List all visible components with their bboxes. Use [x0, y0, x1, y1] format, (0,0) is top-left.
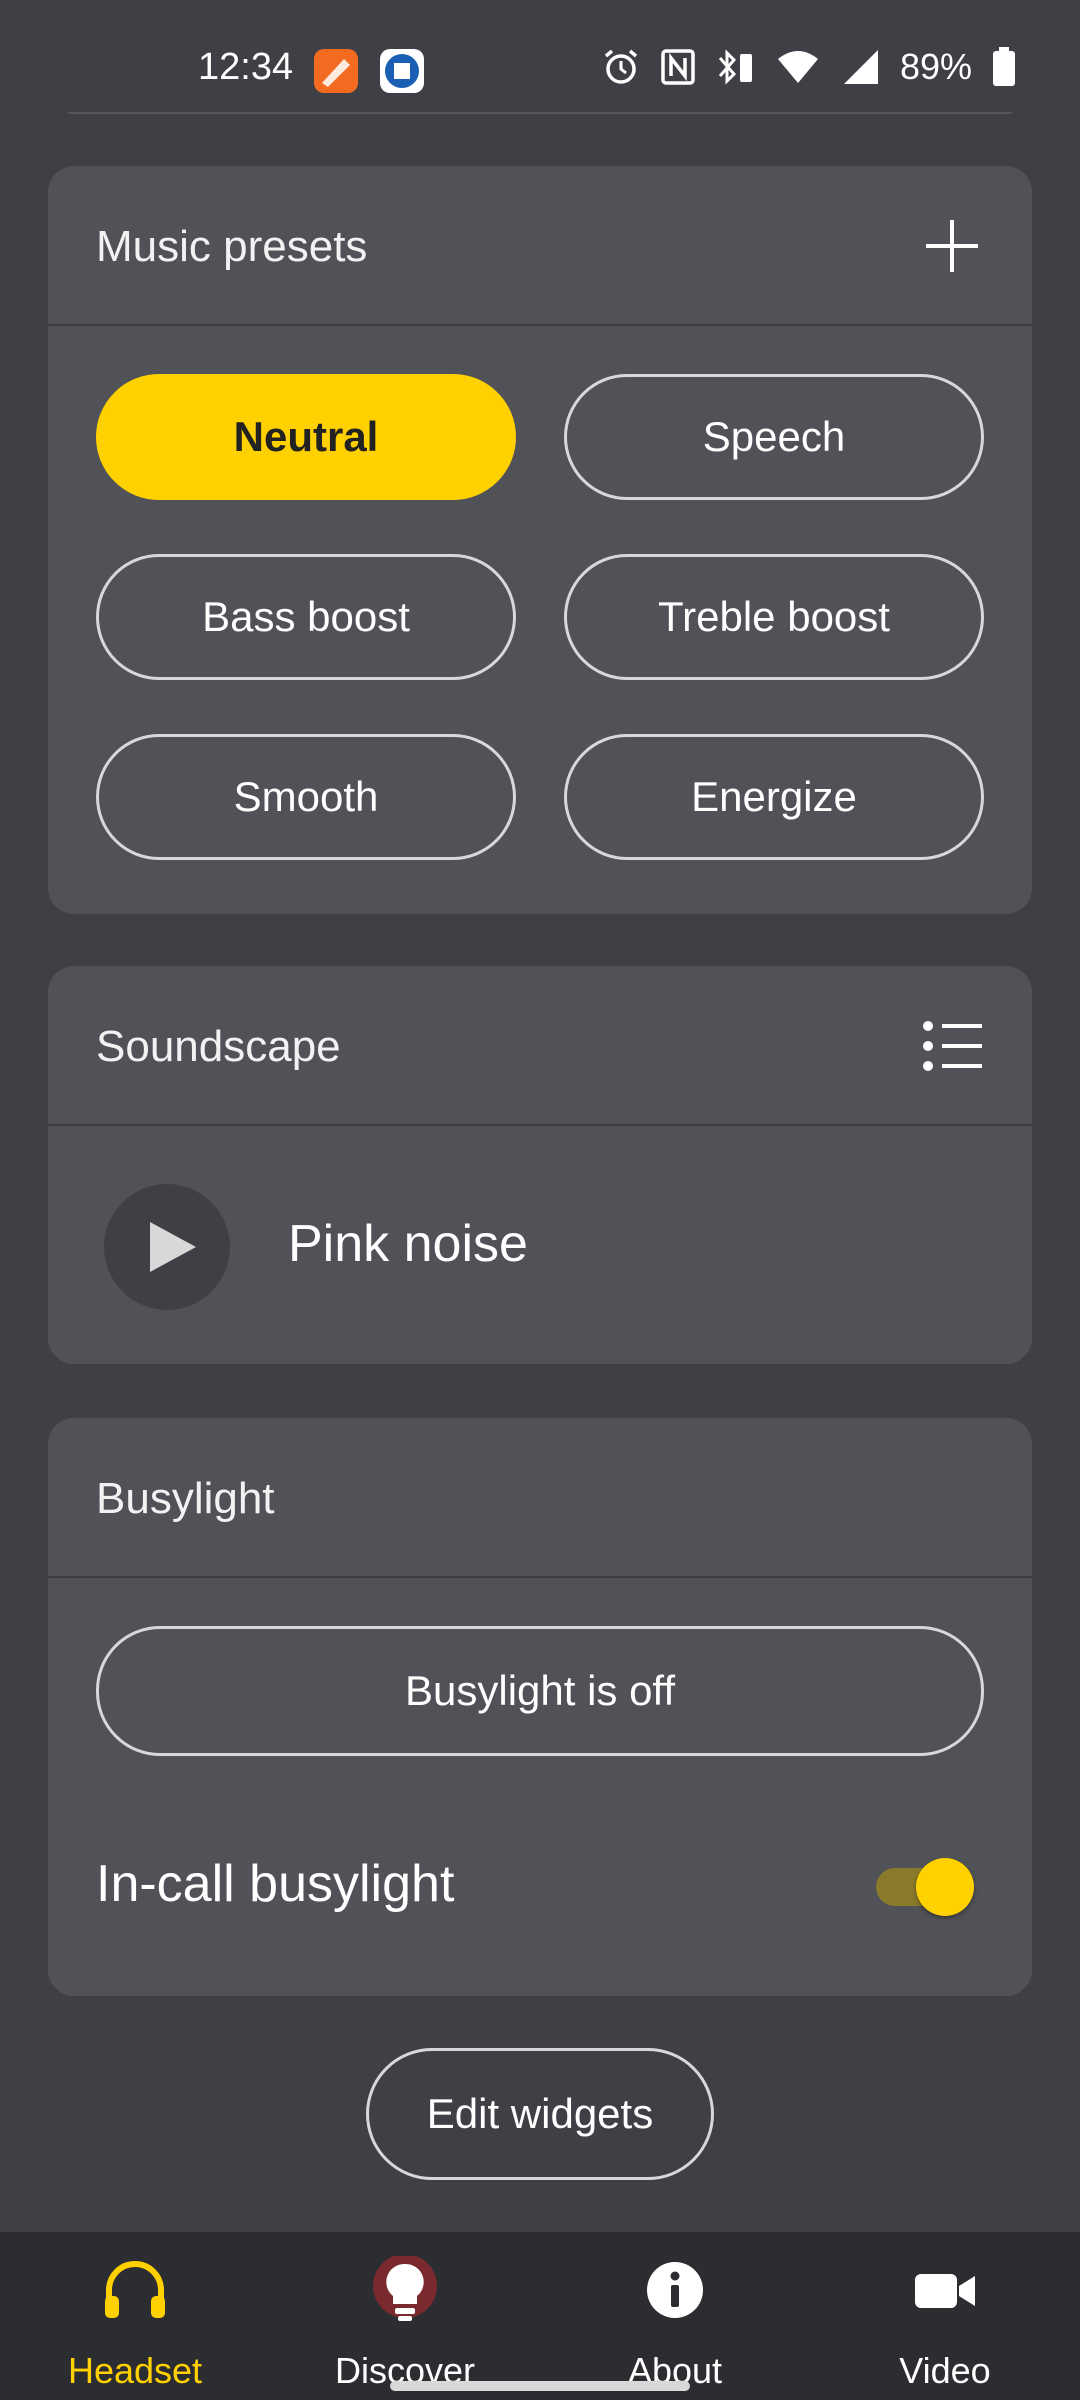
nfc-icon [661, 49, 695, 85]
lightbulb-icon [373, 2256, 437, 2321]
status-divider [68, 112, 1012, 114]
notification-app-icon-blue [380, 49, 424, 93]
plus-icon[interactable] [920, 214, 984, 278]
soundscape-title: Soundscape [96, 1022, 341, 1071]
notification-app-icon-orange [314, 49, 358, 93]
video-camera-icon [915, 2274, 975, 2308]
battery-icon [993, 47, 1015, 86]
busylight-card: Busylight Busylight is off In-call busyl… [48, 1418, 1032, 1996]
preset-bass-boost-button[interactable]: Bass boost [96, 554, 516, 680]
switch-thumb [916, 1858, 974, 1916]
preset-speech-button[interactable]: Speech [564, 374, 984, 500]
preset-energize-button[interactable]: Energize [564, 734, 984, 860]
nav-item-headset[interactable]: Headset [0, 2232, 270, 2400]
status-icons: 89% [602, 46, 1016, 88]
soundscape-header: Soundscape [48, 966, 1032, 1126]
music-presets-header: Music presets [48, 166, 1032, 326]
soundscape-current: Pink noise [288, 1215, 528, 1273]
nav-item-video[interactable]: Video [810, 2232, 1080, 2400]
preset-neutral-button[interactable]: Neutral [96, 374, 516, 500]
play-button[interactable] [104, 1184, 230, 1310]
busylight-header: Busylight [48, 1418, 1032, 1578]
info-icon [647, 2262, 703, 2318]
home-indicator[interactable] [390, 2381, 690, 2391]
list-icon[interactable] [916, 1014, 988, 1078]
in-call-busylight-switch[interactable] [876, 1858, 974, 1916]
soundscape-card: Soundscape Pink noise [48, 966, 1032, 1364]
bluetooth-battery-icon [718, 49, 752, 85]
bottom-navigation: Headset Discover About Video [0, 2232, 1080, 2400]
wifi-icon [777, 51, 818, 83]
edit-widgets-button[interactable]: Edit widgets [366, 2048, 714, 2180]
nav-label-headset: Headset [67, 2350, 203, 2391]
battery-percent: 89% [899, 46, 972, 87]
status-bar: 12:34 89% [0, 0, 1080, 112]
in-call-busylight-label: In-call busylight [96, 1855, 455, 1913]
status-time: 12:34 [198, 46, 294, 88]
nav-item-about[interactable]: About [540, 2232, 810, 2400]
nav-item-discover[interactable]: Discover [270, 2232, 540, 2400]
preset-smooth-button[interactable]: Smooth [96, 734, 516, 860]
busylight-toggle-button[interactable]: Busylight is off [96, 1626, 984, 1756]
music-presets-card: Music presets Neutral Speech Bass boost … [48, 166, 1032, 914]
preset-treble-boost-button[interactable]: Treble boost [564, 554, 984, 680]
play-icon [150, 1222, 196, 1272]
music-presets-title: Music presets [96, 222, 368, 271]
nav-label-video: Video [899, 2350, 991, 2391]
signal-icon [843, 50, 878, 84]
busylight-title: Busylight [96, 1474, 275, 1523]
headset-icon [105, 2261, 165, 2318]
alarm-icon [604, 49, 638, 84]
